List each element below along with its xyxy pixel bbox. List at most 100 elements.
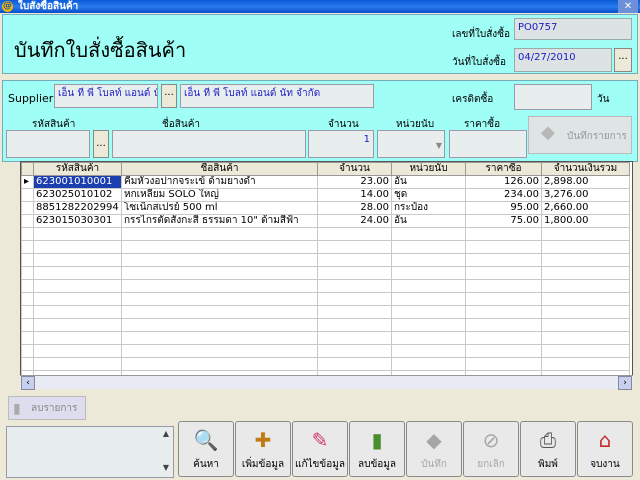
empty-cell[interactable] (121, 266, 318, 280)
empty-cell[interactable] (317, 357, 392, 371)
empty-cell[interactable] (21, 266, 34, 280)
empty-cell[interactable] (391, 331, 466, 345)
save-item-button[interactable]: ◆ บันทึกรายการ (528, 116, 632, 154)
empty-cell[interactable] (465, 240, 542, 254)
credit-field[interactable] (514, 84, 592, 110)
entry-price-input[interactable] (449, 130, 527, 158)
empty-cell[interactable] (121, 240, 318, 254)
search-button[interactable]: 🔍 ค้นหา (178, 421, 234, 477)
empty-cell[interactable] (121, 318, 318, 332)
column-header[interactable]: จำนวน (317, 162, 392, 176)
exit-button[interactable]: ⌂ จบงาน (577, 421, 633, 477)
scroll-left-icon[interactable]: ‹ (21, 376, 35, 390)
empty-cell[interactable] (33, 240, 122, 254)
column-header[interactable]: หน่วยนับ (391, 162, 466, 176)
column-header[interactable]: ราคาซื้อ (465, 162, 542, 176)
empty-cell[interactable] (21, 318, 34, 332)
empty-cell[interactable] (541, 227, 630, 241)
empty-cell[interactable] (391, 292, 466, 306)
empty-row[interactable] (21, 253, 630, 267)
empty-cell[interactable] (317, 279, 392, 293)
empty-cell[interactable] (541, 357, 630, 371)
empty-cell[interactable] (541, 253, 630, 267)
entry-code-lookup-button[interactable]: ... (93, 130, 109, 158)
cell-qty[interactable]: 23.00 (317, 175, 392, 189)
print-button[interactable]: ⎙ พิมพ์ (520, 421, 576, 477)
table-row[interactable]: 623025010102 หกเหลี่ยม SOLO ใหญ่ 14.00 ช… (21, 188, 630, 202)
empty-cell[interactable] (541, 331, 630, 345)
empty-cell[interactable] (465, 227, 542, 241)
empty-row[interactable] (21, 227, 630, 241)
entry-code-input[interactable] (6, 130, 90, 158)
empty-cell[interactable] (391, 357, 466, 371)
cell-name[interactable]: หกเหลี่ยม SOLO ใหญ่ (121, 188, 318, 202)
empty-cell[interactable] (33, 331, 122, 345)
empty-cell[interactable] (391, 266, 466, 280)
empty-cell[interactable] (465, 279, 542, 293)
cell-name[interactable]: คีมหัวงอปากจระเข้ ด้ามยางดำ (121, 175, 318, 189)
cell-qty[interactable]: 28.00 (317, 201, 392, 215)
row-selector[interactable] (21, 214, 34, 228)
po-date-field[interactable]: 04/27/2010 (514, 48, 612, 72)
items-grid[interactable]: รหัสสินค้า ชื่อสินค้า จำนวน หน่วยนับ ราค… (20, 161, 633, 389)
empty-cell[interactable] (33, 305, 122, 319)
table-row[interactable]: ▸ 623001010001 คีมหัวงอปากจระเข้ ด้ามยาง… (21, 175, 630, 189)
empty-cell[interactable] (21, 240, 34, 254)
empty-cell[interactable] (465, 292, 542, 306)
empty-row[interactable] (21, 318, 630, 332)
empty-cell[interactable] (541, 318, 630, 332)
cell-total[interactable]: 2,898.00 (541, 175, 630, 189)
cell-price[interactable]: 75.00 (465, 214, 542, 228)
empty-cell[interactable] (121, 292, 318, 306)
empty-cell[interactable] (391, 318, 466, 332)
cell-code[interactable]: 623015030301 (33, 214, 122, 228)
empty-cell[interactable] (317, 344, 392, 358)
cell-code[interactable]: 8851282202994 (33, 201, 122, 215)
empty-cell[interactable] (21, 344, 34, 358)
row-selector[interactable] (21, 188, 34, 202)
empty-cell[interactable] (21, 227, 34, 241)
supplier-code-field[interactable]: เอ็น ที พี โบลท์ แอนด์ นั (54, 84, 158, 108)
empty-cell[interactable] (317, 331, 392, 345)
empty-cell[interactable] (33, 292, 122, 306)
cell-price[interactable]: 126.00 (465, 175, 542, 189)
delete-row-button[interactable]: ▮ ลบรายการ (8, 396, 86, 420)
empty-cell[interactable] (317, 266, 392, 280)
empty-cell[interactable] (541, 344, 630, 358)
empty-row[interactable] (21, 357, 630, 371)
notes-textarea[interactable]: ▲ ▼ (6, 426, 174, 478)
empty-row[interactable] (21, 240, 630, 254)
entry-name-input[interactable] (112, 130, 306, 158)
empty-cell[interactable] (33, 227, 122, 241)
window-title-bar[interactable]: @ ใบสั่งซื้อสินค้า ✕ (0, 0, 640, 13)
scroll-down-icon[interactable]: ▼ (160, 463, 172, 475)
edit-button[interactable]: ✎ แก้ไขข้อมูล (292, 421, 348, 477)
empty-cell[interactable] (317, 318, 392, 332)
empty-cell[interactable] (391, 227, 466, 241)
empty-cell[interactable] (541, 292, 630, 306)
column-header[interactable]: จำนวนเงินรวม (541, 162, 630, 176)
empty-cell[interactable] (21, 305, 34, 319)
empty-cell[interactable] (465, 357, 542, 371)
table-row[interactable]: 623015030301 กรรไกรตัดสังกะสี ธรรมดา 10"… (21, 214, 630, 228)
empty-cell[interactable] (317, 292, 392, 306)
empty-cell[interactable] (121, 331, 318, 345)
empty-cell[interactable] (33, 357, 122, 371)
empty-cell[interactable] (317, 227, 392, 241)
cell-price[interactable]: 234.00 (465, 188, 542, 202)
row-selector[interactable]: ▸ (21, 175, 34, 189)
scroll-right-icon[interactable]: › (618, 376, 632, 390)
empty-cell[interactable] (391, 279, 466, 293)
cell-unit[interactable]: กระป๋อง (391, 201, 466, 215)
empty-cell[interactable] (33, 318, 122, 332)
cell-price[interactable]: 95.00 (465, 201, 542, 215)
empty-cell[interactable] (465, 331, 542, 345)
row-selector[interactable] (21, 201, 34, 215)
save-button[interactable]: ◆ บันทึก (406, 421, 462, 477)
cell-total[interactable]: 1,800.00 (541, 214, 630, 228)
empty-cell[interactable] (21, 279, 34, 293)
supplier-lookup-button[interactable]: ... (161, 84, 177, 108)
empty-row[interactable] (21, 305, 630, 319)
empty-cell[interactable] (33, 266, 122, 280)
empty-cell[interactable] (121, 253, 318, 267)
